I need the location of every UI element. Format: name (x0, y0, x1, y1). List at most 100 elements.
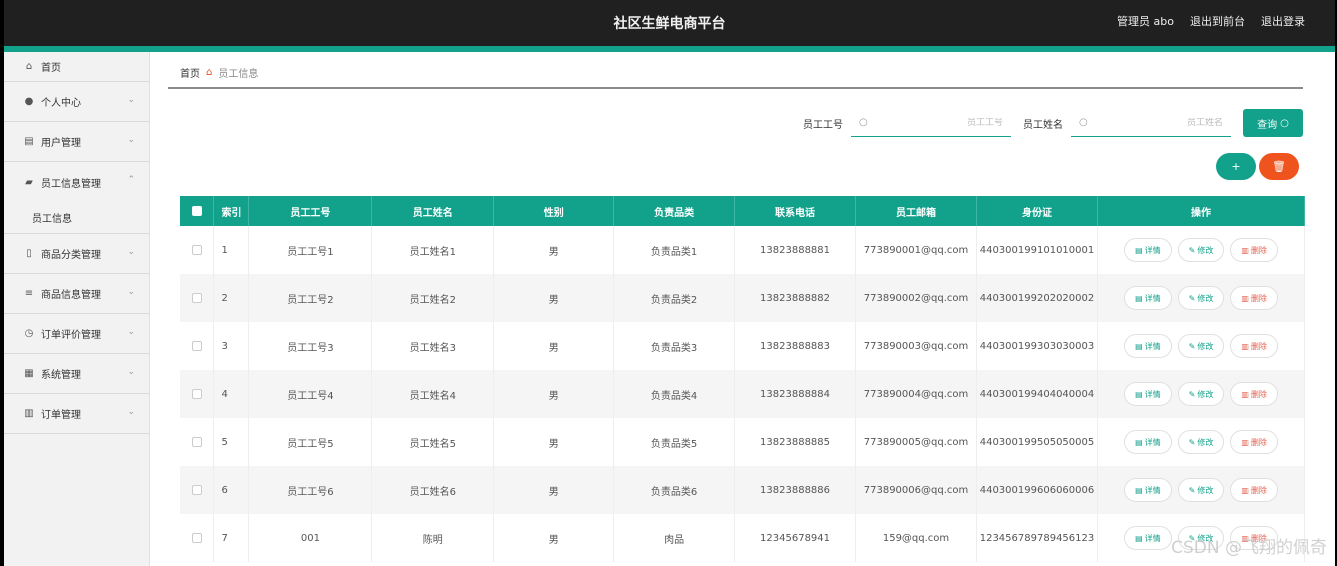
cell-ops: ▤ 详情 ✎ 修改 ▥ 删除 (1097, 274, 1306, 322)
row-select-cell[interactable] (180, 418, 215, 466)
row-select-cell[interactable] (180, 514, 215, 562)
file-icon: ▤ (1135, 341, 1143, 351)
sidebar-item-label: 首页 (41, 63, 61, 74)
cell-idcard: 440300199505050005 (976, 418, 1098, 466)
detail-label: 详情 (1144, 437, 1161, 447)
header-actions: 管理员 abo 退出到前台 退出登录 (1117, 13, 1305, 29)
edit-button[interactable]: ✎ 修改 (1177, 286, 1225, 310)
sidebar-item-orders[interactable]: ▥ 订单管理 ⌄ (4, 394, 149, 434)
select-all-checkbox[interactable] (191, 205, 202, 216)
cell-ops: ▤ 详情 ✎ 修改 ▥ 删除 (1097, 370, 1306, 418)
row-select-cell[interactable] (180, 226, 215, 274)
sidebar-item-home[interactable]: ⌂ 首页 (4, 52, 149, 82)
table-row: 2 员工工号2 员工姓名2 男负责品类2 13823888882 773890002@qq… (180, 274, 1306, 322)
cell-ops: ▤ 详情 ✎ 修改 ▥ 删除 (1097, 418, 1306, 466)
edit-label: 修改 (1197, 389, 1214, 399)
detail-button[interactable]: ▤ 详情 (1124, 382, 1172, 406)
row-checkbox[interactable] (191, 484, 202, 495)
cell-gender: 男 (493, 274, 615, 322)
breadcrumb-home[interactable]: 首页 (180, 65, 200, 80)
edit-label: 修改 (1197, 293, 1214, 303)
sidebar-item-label: 员工信息管理 (41, 178, 101, 190)
cell-staff-id: 员工工号2 (248, 274, 373, 322)
app-frame: 社区生鲜电商平台 管理员 abo 退出到前台 退出登录 ⌂ 首页 ● 个人中心 … (4, 0, 1335, 566)
cell-phone: 13823888885 (734, 418, 857, 466)
delete-button[interactable]: ▥ 删除 (1230, 430, 1278, 454)
staff-name-field[interactable]: ○ (1071, 109, 1231, 137)
trash-icon: ▥ (1241, 245, 1249, 255)
row-checkbox[interactable] (191, 244, 202, 255)
row-checkbox[interactable] (191, 388, 202, 399)
sidebar-subitem-staff-info[interactable]: 员工信息 (4, 202, 149, 234)
file-icon: ▤ (1135, 485, 1143, 495)
delete-button[interactable]: ▥ 删除 (1230, 382, 1278, 406)
search-icon: ○ (859, 117, 868, 128)
staff-name-input[interactable] (1087, 117, 1223, 128)
edit-icon: ✎ (1188, 389, 1196, 399)
staff-id-field[interactable]: ○ (851, 109, 1011, 137)
cell-category: 负责品类1 (613, 226, 736, 274)
query-button[interactable]: 查询 ○ (1243, 109, 1303, 137)
edit-button[interactable]: ✎ 修改 (1177, 478, 1225, 502)
staff-id-input[interactable] (867, 117, 1003, 128)
logout-link[interactable]: 退出登录 (1261, 13, 1305, 29)
row-select-cell[interactable] (180, 370, 215, 418)
delete-label: 删除 (1250, 341, 1267, 351)
staff-table: 索引 员工工号 员工姓名 性别 负责品类 联系电话 员工邮箱 身份证 操作 1员… (180, 196, 1306, 562)
cell-category: 负责品类2 (613, 274, 736, 322)
delete-button[interactable]: ▥ 删除 (1230, 286, 1278, 310)
sidebar-item-label: 个人中心 (41, 98, 81, 109)
cell-staff-name: 员工姓名2 (371, 274, 495, 322)
trash-icon: ▥ (1241, 293, 1249, 303)
edit-icon: ✎ (1188, 437, 1196, 447)
staff-id-label: 员工工号 (803, 119, 843, 131)
sidebar-item-staff[interactable]: ▰ 员工信息管理 ⌃ (4, 162, 149, 202)
users-icon: ▤ (24, 136, 34, 147)
table-row: 1 员工工号1 员工姓名1 男负责品类1 13823888881 773890001@qq… (180, 226, 1306, 274)
row-checkbox[interactable] (191, 436, 202, 447)
row-checkbox[interactable] (191, 532, 202, 543)
row-checkbox[interactable] (191, 340, 202, 351)
sidebar-item-system[interactable]: ▦ 系统管理 ⌄ (4, 354, 149, 394)
delete-button[interactable]: ▥ 删除 (1230, 238, 1278, 262)
sidebar-item-label: 系统管理 (41, 370, 81, 381)
cell-phone: 12345678941 (734, 514, 857, 562)
delete-label: 删除 (1250, 293, 1267, 303)
sidebar-item-users[interactable]: ▤ 用户管理 ⌄ (4, 122, 149, 162)
column-header: 索引 (213, 196, 250, 226)
sidebar-item-review[interactable]: ◷ 订单评价管理 ⌄ (4, 314, 149, 354)
edit-button[interactable]: ✎ 修改 (1177, 334, 1225, 358)
edit-button[interactable]: ✎ 修改 (1177, 430, 1225, 454)
column-header: 员工邮箱 (855, 196, 977, 226)
detail-button[interactable]: ▤ 详情 (1124, 334, 1172, 358)
frontend-link[interactable]: 退出到前台 (1190, 13, 1245, 29)
row-checkbox[interactable] (191, 292, 202, 303)
sidebar-item-profile[interactable]: ● 个人中心 ⌄ (4, 82, 149, 122)
add-button[interactable]: + (1216, 153, 1256, 180)
cell-idcard: 440300199606060006 (976, 466, 1098, 514)
batch-delete-button[interactable]: 🗑 (1259, 153, 1299, 180)
edit-button[interactable]: ✎ 修改 (1177, 238, 1225, 262)
row-select-cell[interactable] (180, 274, 215, 322)
detail-button[interactable]: ▤ 详情 (1124, 526, 1172, 550)
select-all-cell[interactable] (180, 196, 215, 226)
cell-staff-name: 员工姓名4 (371, 370, 495, 418)
delete-button[interactable]: ▥ 删除 (1230, 478, 1278, 502)
file-icon: ▤ (1135, 389, 1143, 399)
search-bar: 员工工号 ○ 员工姓名 ○ 查询 ○ (803, 109, 1303, 137)
detail-button[interactable]: ▤ 详情 (1124, 430, 1172, 454)
sidebar-item-category[interactable]: ▯ 商品分类管理 ⌄ (4, 234, 149, 274)
sidebar-item-goods[interactable]: ≡ 商品信息管理 ⌄ (4, 274, 149, 314)
user-icon: ● (24, 96, 34, 107)
row-select-cell[interactable] (180, 322, 215, 370)
detail-button[interactable]: ▤ 详情 (1124, 238, 1172, 262)
cell-phone: 13823888886 (734, 466, 857, 514)
cell-category: 负责品类3 (613, 322, 736, 370)
chevron-down-icon: ⌄ (127, 135, 135, 145)
edit-button[interactable]: ✎ 修改 (1177, 382, 1225, 406)
detail-button[interactable]: ▤ 详情 (1124, 478, 1172, 502)
delete-button[interactable]: ▥ 删除 (1230, 334, 1278, 358)
cell-index: 3 (213, 322, 250, 370)
detail-button[interactable]: ▤ 详情 (1124, 286, 1172, 310)
row-select-cell[interactable] (180, 466, 215, 514)
